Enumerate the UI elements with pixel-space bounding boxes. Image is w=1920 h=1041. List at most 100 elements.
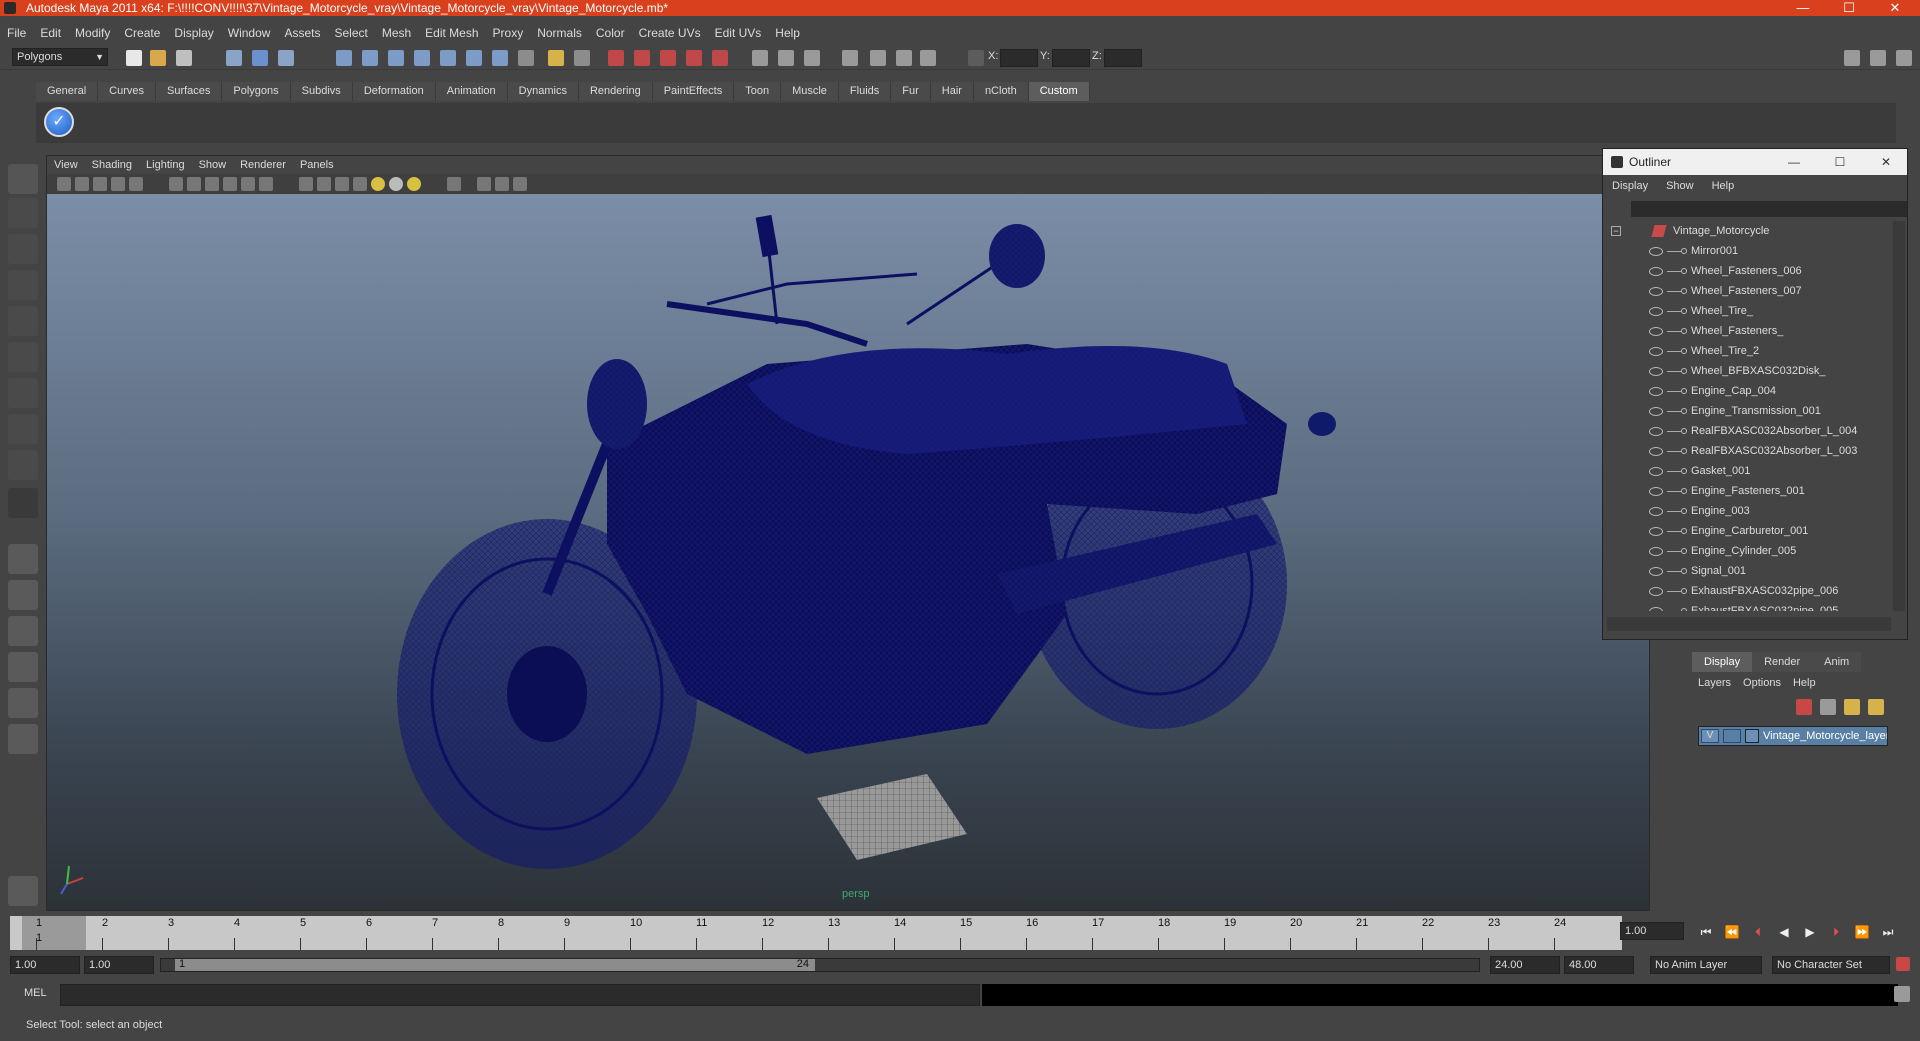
outliner-menu-show[interactable]: Show	[1657, 175, 1703, 197]
layer-move-up-icon[interactable]	[1844, 699, 1860, 715]
auto-key-icon[interactable]	[1896, 957, 1910, 971]
tool-settings-icon[interactable]	[804, 50, 820, 66]
list-item[interactable]: Wheel_BFBXASC032Disk_	[1605, 361, 1897, 381]
tab-painteffects[interactable]: PaintEffects	[652, 82, 735, 101]
range-slider[interactable]: 1 24	[160, 958, 1480, 972]
select-hierarchy-icon[interactable]	[226, 50, 242, 66]
render-frame-icon[interactable]	[634, 50, 650, 66]
panel-menu-shading[interactable]: Shading	[85, 156, 139, 174]
tab-fur[interactable]: Fur	[891, 82, 931, 101]
outliner-vertical-scrollbar[interactable]	[1893, 221, 1905, 611]
list-item[interactable]: RealFBXASC032Absorber_L_003	[1605, 441, 1897, 461]
list-item[interactable]: Gasket_001	[1605, 461, 1897, 481]
tab-toon[interactable]: Toon	[734, 82, 782, 101]
tab-render[interactable]: Render	[1752, 652, 1813, 672]
menu-edit[interactable]: Edit	[33, 22, 68, 44]
snap-grid-icon[interactable]	[336, 50, 352, 66]
layout-icon[interactable]	[842, 50, 858, 66]
tab-rendering[interactable]: Rendering	[578, 82, 653, 101]
paint-select-tool-icon[interactable]	[8, 234, 38, 264]
anim-layer-select[interactable]: No Anim Layer	[1650, 956, 1762, 974]
last-tool-icon[interactable]	[8, 488, 38, 518]
list-item[interactable]: Wheel_Fasteners_006	[1605, 261, 1897, 281]
play-backwards-icon[interactable]: ◀	[1776, 924, 1792, 940]
render-settings-icon[interactable]	[686, 50, 702, 66]
menu-select[interactable]: Select	[327, 22, 374, 44]
tab-display[interactable]: Display	[1692, 652, 1753, 672]
manipulator-tool-icon[interactable]	[8, 378, 38, 408]
minimize-button[interactable]: —	[1780, 0, 1826, 16]
layer-move-down-icon[interactable]	[1868, 699, 1884, 715]
tab-surfaces[interactable]: Surfaces	[155, 82, 223, 101]
list-item[interactable]: RealFBXASC032Absorber_L_004	[1605, 421, 1897, 441]
lasso-tool-icon[interactable]	[8, 198, 38, 228]
time-slider[interactable]: 1 2 3 4 5 6 7 8 9 10 11 12 13 14 15 16 1…	[10, 916, 1622, 950]
list-item[interactable]: Wheel_Fasteners_007	[1605, 281, 1897, 301]
new-layer-icon[interactable]	[1796, 699, 1812, 715]
hypershade-icon[interactable]	[712, 50, 728, 66]
scale-tool-icon[interactable]	[8, 342, 38, 372]
open-scene-icon[interactable]	[150, 50, 166, 66]
toggle-channel-box-icon[interactable]	[1896, 50, 1912, 66]
z-field[interactable]	[1104, 49, 1142, 67]
text-icon[interactable]	[259, 177, 273, 191]
smooth-shade-icon[interactable]	[187, 177, 201, 191]
snap-point-icon[interactable]	[388, 50, 404, 66]
attribute-editor-icon[interactable]	[778, 50, 794, 66]
new-scene-icon[interactable]	[126, 50, 142, 66]
snap-live-icon[interactable]	[466, 50, 482, 66]
layer-row[interactable]: V Vintage_Motorcycle_layer	[1698, 726, 1888, 746]
outliner-close-button[interactable]: ✕	[1863, 149, 1909, 175]
render-view-icon[interactable]	[608, 50, 624, 66]
save-scene-icon[interactable]	[176, 50, 192, 66]
viewport-panel[interactable]: View Shading Lighting Show Renderer Panels	[46, 155, 1650, 911]
snap-view-icon[interactable]	[492, 50, 508, 66]
checkmark-icon[interactable]: ✓	[44, 107, 74, 137]
list-item[interactable]: Engine_Fasteners_001	[1605, 481, 1897, 501]
move-tool-icon[interactable]	[8, 270, 38, 300]
select-object-icon[interactable]	[252, 50, 268, 66]
command-input[interactable]	[60, 984, 980, 1006]
outliner-menu-display[interactable]: Display	[1603, 175, 1657, 197]
tab-dynamics[interactable]: Dynamics	[507, 82, 579, 101]
ipr-render-icon[interactable]	[660, 50, 676, 66]
menu-modify[interactable]: Modify	[68, 22, 117, 44]
bounding-box-icon[interactable]	[223, 177, 237, 191]
list-item[interactable]: Engine_Transmission_001	[1605, 401, 1897, 421]
list-item[interactable]: ExhaustFBXASC032pipe_005	[1605, 601, 1897, 611]
range-slider-thumb[interactable]: 1 24	[175, 958, 815, 971]
layer-menu-layers[interactable]: Layers	[1692, 672, 1737, 694]
image-plane-icon[interactable]	[111, 177, 125, 191]
select-component-icon[interactable]	[278, 50, 294, 66]
outliner-horizontal-scrollbar[interactable]	[1607, 617, 1891, 631]
new-layer-selected-icon[interactable]	[1820, 699, 1836, 715]
lighting-icon[interactable]	[407, 177, 421, 191]
tab-deformation[interactable]: Deformation	[352, 82, 436, 101]
go-to-end-icon[interactable]: ⏭	[1880, 924, 1896, 940]
maximize-button[interactable]: ☐	[1826, 0, 1872, 16]
resolution-gate-icon[interactable]	[477, 177, 491, 191]
light-bulb-icon[interactable]	[371, 177, 385, 191]
y-field[interactable]	[1052, 49, 1090, 67]
film-gate-icon[interactable]	[495, 177, 509, 191]
tab-subdivs[interactable]: Subdivs	[290, 82, 353, 101]
tab-general[interactable]: General	[36, 82, 99, 101]
panel-menu-renderer[interactable]: Renderer	[233, 156, 293, 174]
outliner-root-item[interactable]: − Vintage_Motorcycle	[1605, 221, 1897, 241]
toggle-attribute-editor-icon[interactable]	[1844, 50, 1860, 66]
layer-menu-options[interactable]: Options	[1737, 672, 1787, 694]
menu-color[interactable]: Color	[589, 22, 632, 44]
layout-custom-icon[interactable]	[8, 724, 38, 754]
step-forward-icon[interactable]: ⏩	[1854, 924, 1870, 940]
playback-start-field[interactable]: 1.00	[84, 956, 154, 974]
layout-graph-icon[interactable]	[8, 652, 38, 682]
current-time-field[interactable]: 1.00	[1620, 922, 1684, 940]
select-tool-icon[interactable]	[8, 164, 38, 194]
scene-brush-icon[interactable]	[8, 876, 38, 906]
script-editor-icon[interactable]	[1894, 986, 1910, 1002]
tab-ncloth[interactable]: nCloth	[973, 82, 1029, 101]
layer-visibility-toggle[interactable]: V	[1701, 729, 1719, 743]
outliner-minimize-button[interactable]: —	[1771, 149, 1817, 175]
tab-hair[interactable]: Hair	[930, 82, 974, 101]
step-back-key-icon[interactable]: ⏴	[1750, 924, 1766, 940]
